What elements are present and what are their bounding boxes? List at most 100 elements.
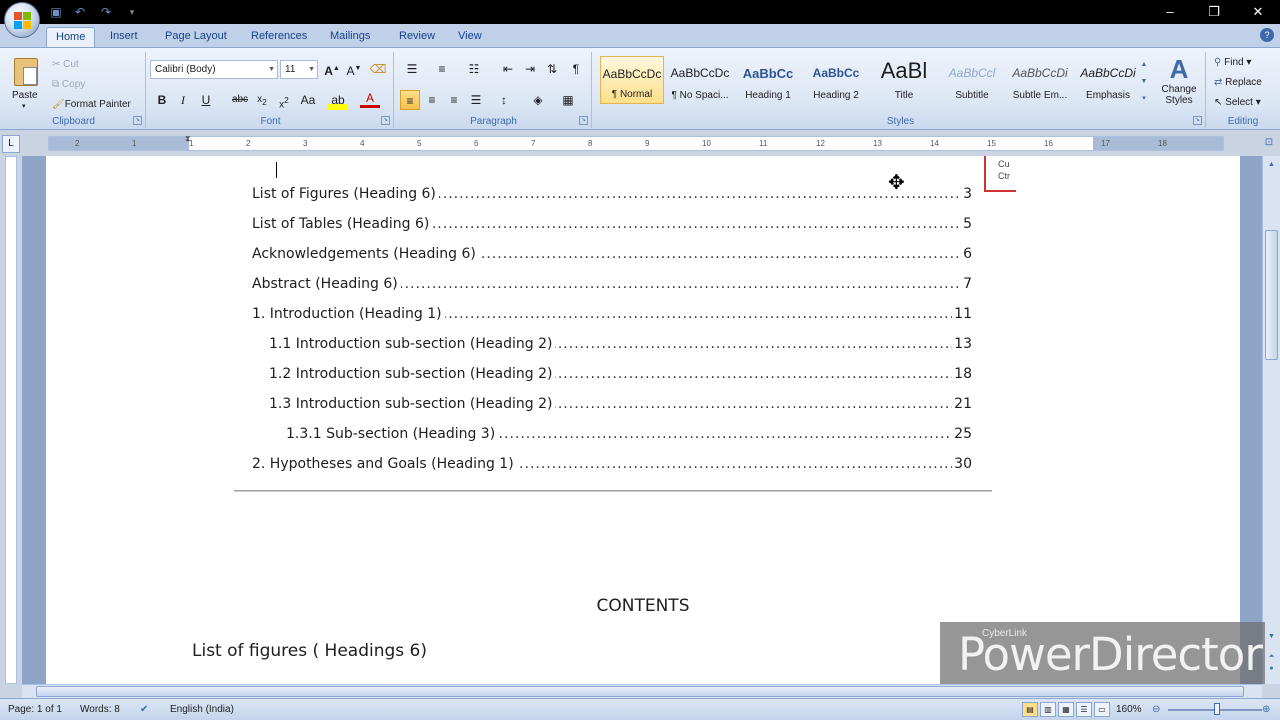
toc-entry[interactable]: ........................................… bbox=[252, 213, 972, 235]
style-tile[interactable]: AaBbCcl Subtitle bbox=[940, 56, 1004, 104]
select-button[interactable]: ↖ Select ▾ bbox=[1214, 94, 1261, 112]
horizontal-ruler[interactable]: ⧗ 2 1 1 2 3 4 5 6 7 8 9 10 11 12 13 14 15 16 17 18 bbox=[48, 134, 1224, 151]
decrease-indent-icon[interactable]: ⇤ bbox=[498, 59, 518, 79]
format-painter-button[interactable]: 🖌Format Painter bbox=[52, 96, 131, 114]
undo-icon[interactable]: ↶ bbox=[72, 4, 88, 20]
vertical-ruler[interactable] bbox=[0, 156, 22, 684]
tab-mailings[interactable]: Mailings bbox=[321, 27, 379, 48]
qat-customize-icon[interactable]: ▾ bbox=[124, 4, 140, 20]
view-ruler-icon[interactable]: ⊡ bbox=[1262, 137, 1276, 151]
toc-entry[interactable]: ........................................… bbox=[252, 303, 972, 325]
browse-object-icon[interactable]: ● bbox=[1265, 662, 1278, 676]
redo-icon[interactable]: ↷ bbox=[98, 4, 114, 20]
style-tile[interactable]: AaBbCc Heading 1 bbox=[736, 56, 800, 104]
numbering-icon[interactable]: ≡ bbox=[432, 59, 452, 79]
vertical-scroll-thumb[interactable] bbox=[1265, 230, 1278, 360]
style-tile[interactable]: AaBbCcDc ¶ Normal bbox=[600, 56, 664, 104]
zoom-level[interactable]: 160% bbox=[1116, 703, 1142, 717]
draft-view-icon[interactable]: ▭ bbox=[1094, 702, 1110, 717]
clipboard-launcher-icon[interactable]: ↘ bbox=[133, 116, 142, 125]
horizontal-scroll-thumb[interactable] bbox=[36, 686, 1244, 697]
tab-review[interactable]: Review bbox=[390, 27, 444, 48]
zoom-slider-thumb[interactable] bbox=[1214, 703, 1220, 715]
style-tile[interactable]: AaBbCcDc ¶ No Spaci... bbox=[668, 56, 732, 104]
find-button[interactable]: ⚲ Find ▾ bbox=[1214, 54, 1251, 72]
toc-entry[interactable]: ........................................… bbox=[269, 363, 972, 385]
vertical-scrollbar[interactable]: ▲ ▼ ⏶ ● bbox=[1262, 156, 1280, 684]
clear-formatting-icon[interactable]: ⌫ bbox=[368, 59, 388, 79]
toc-entry[interactable]: ........................................… bbox=[269, 393, 972, 415]
tab-page-layout[interactable]: Page Layout bbox=[156, 27, 236, 48]
toc-entry[interactable]: ........................................… bbox=[252, 453, 972, 475]
toc-entry[interactable]: ........................................… bbox=[252, 243, 972, 265]
align-left-icon[interactable]: ≡ bbox=[400, 90, 420, 110]
italic-icon[interactable]: I bbox=[173, 90, 193, 110]
strikethrough-icon[interactable]: abc bbox=[230, 90, 250, 110]
full-screen-view-icon[interactable]: ▥ bbox=[1040, 702, 1056, 717]
restore-icon[interactable]: ❐ bbox=[1192, 0, 1236, 24]
sort-icon[interactable]: ⇅ bbox=[542, 59, 562, 79]
close-icon[interactable]: ✕ bbox=[1236, 0, 1280, 24]
font-color-icon[interactable]: A bbox=[360, 90, 380, 108]
horizontal-scrollbar[interactable] bbox=[22, 684, 1262, 698]
shading-icon[interactable]: ◈ bbox=[528, 90, 548, 110]
word-count[interactable]: Words: 8 bbox=[80, 703, 120, 717]
language-indicator[interactable]: English (India) bbox=[170, 703, 234, 717]
paragraph-launcher-icon[interactable]: ↘ bbox=[579, 116, 588, 125]
change-styles-button[interactable]: A Change Styles bbox=[1154, 54, 1204, 114]
web-layout-view-icon[interactable]: ▦ bbox=[1058, 702, 1074, 717]
line-spacing-icon[interactable]: ↕ bbox=[494, 90, 514, 110]
shrink-font-icon[interactable]: A▼ bbox=[344, 59, 364, 79]
style-tile[interactable]: AaBbCc Heading 2 bbox=[804, 56, 868, 104]
font-launcher-icon[interactable]: ↘ bbox=[381, 116, 390, 125]
superscript-icon[interactable]: x2 bbox=[274, 90, 294, 110]
tab-home[interactable]: Home bbox=[46, 27, 96, 48]
copy-button[interactable]: ⧉ Copy bbox=[52, 76, 85, 94]
scroll-down-icon[interactable]: ▼ bbox=[1265, 630, 1278, 644]
scroll-up-icon[interactable]: ▲ bbox=[1265, 158, 1278, 172]
style-tile[interactable]: AaBbCcDi Subtle Em... bbox=[1008, 56, 1072, 104]
underline-icon[interactable]: U bbox=[196, 90, 216, 110]
tab-view[interactable]: View bbox=[449, 27, 491, 48]
save-icon[interactable]: ▣ bbox=[48, 4, 64, 20]
help-icon[interactable]: ? bbox=[1260, 28, 1274, 42]
justify-icon[interactable]: ☰ bbox=[466, 90, 486, 110]
office-button[interactable] bbox=[4, 2, 40, 38]
replace-button[interactable]: ⇄ Replace bbox=[1214, 74, 1262, 92]
subscript-icon[interactable]: x2 bbox=[252, 90, 272, 110]
increase-indent-icon[interactable]: ⇥ bbox=[520, 59, 540, 79]
outline-view-icon[interactable]: ☰ bbox=[1076, 702, 1092, 717]
zoom-in-icon[interactable]: ⊕ bbox=[1262, 703, 1270, 717]
multilevel-list-icon[interactable]: ☷ bbox=[464, 59, 484, 79]
bullets-icon[interactable]: ☰ bbox=[402, 59, 422, 79]
font-name-combo[interactable]: Calibri (Body) ▼ bbox=[150, 60, 278, 79]
paste-button[interactable]: Paste ▾ bbox=[10, 56, 44, 110]
document-page[interactable]: Cu Ctr .................................… bbox=[46, 156, 1240, 684]
proofing-icon[interactable]: ✔ bbox=[140, 703, 148, 717]
print-layout-view-icon[interactable]: ▤ bbox=[1022, 702, 1038, 717]
bold-icon[interactable]: B bbox=[152, 90, 172, 110]
zoom-out-icon[interactable]: ⊖ bbox=[1152, 703, 1160, 717]
style-tile[interactable]: AaBl Title bbox=[872, 56, 936, 104]
show-formatting-icon[interactable]: ¶ bbox=[566, 59, 586, 79]
toc-entry[interactable]: ........................................… bbox=[252, 183, 972, 205]
styles-launcher-icon[interactable]: ↘ bbox=[1193, 116, 1202, 125]
align-center-icon[interactable]: ≡ bbox=[422, 90, 442, 110]
document-area[interactable]: Cu Ctr .................................… bbox=[22, 156, 1262, 684]
tab-insert[interactable]: Insert bbox=[101, 27, 147, 48]
style-tile[interactable]: AaBbCcDi Emphasis bbox=[1076, 56, 1140, 104]
align-right-icon[interactable]: ≡ bbox=[444, 90, 464, 110]
font-size-combo[interactable]: 11 ▼ bbox=[280, 60, 318, 79]
page-count[interactable]: Page: 1 of 1 bbox=[8, 703, 62, 717]
toc-entry[interactable]: ........................................… bbox=[269, 333, 972, 355]
grow-font-icon[interactable]: A▲ bbox=[322, 59, 342, 79]
minimize-icon[interactable]: – bbox=[1148, 0, 1192, 24]
cut-button[interactable]: ✂ Cut bbox=[52, 56, 79, 74]
tab-references[interactable]: References bbox=[242, 27, 316, 48]
toc-entry[interactable]: ........................................… bbox=[252, 273, 972, 295]
borders-icon[interactable]: ▦ bbox=[558, 90, 578, 110]
change-case-icon[interactable]: Aa bbox=[298, 90, 318, 110]
highlight-icon[interactable]: ab bbox=[328, 90, 348, 110]
tab-stop-selector[interactable]: L bbox=[2, 135, 20, 153]
toc-entry[interactable]: ........................................… bbox=[286, 423, 972, 445]
